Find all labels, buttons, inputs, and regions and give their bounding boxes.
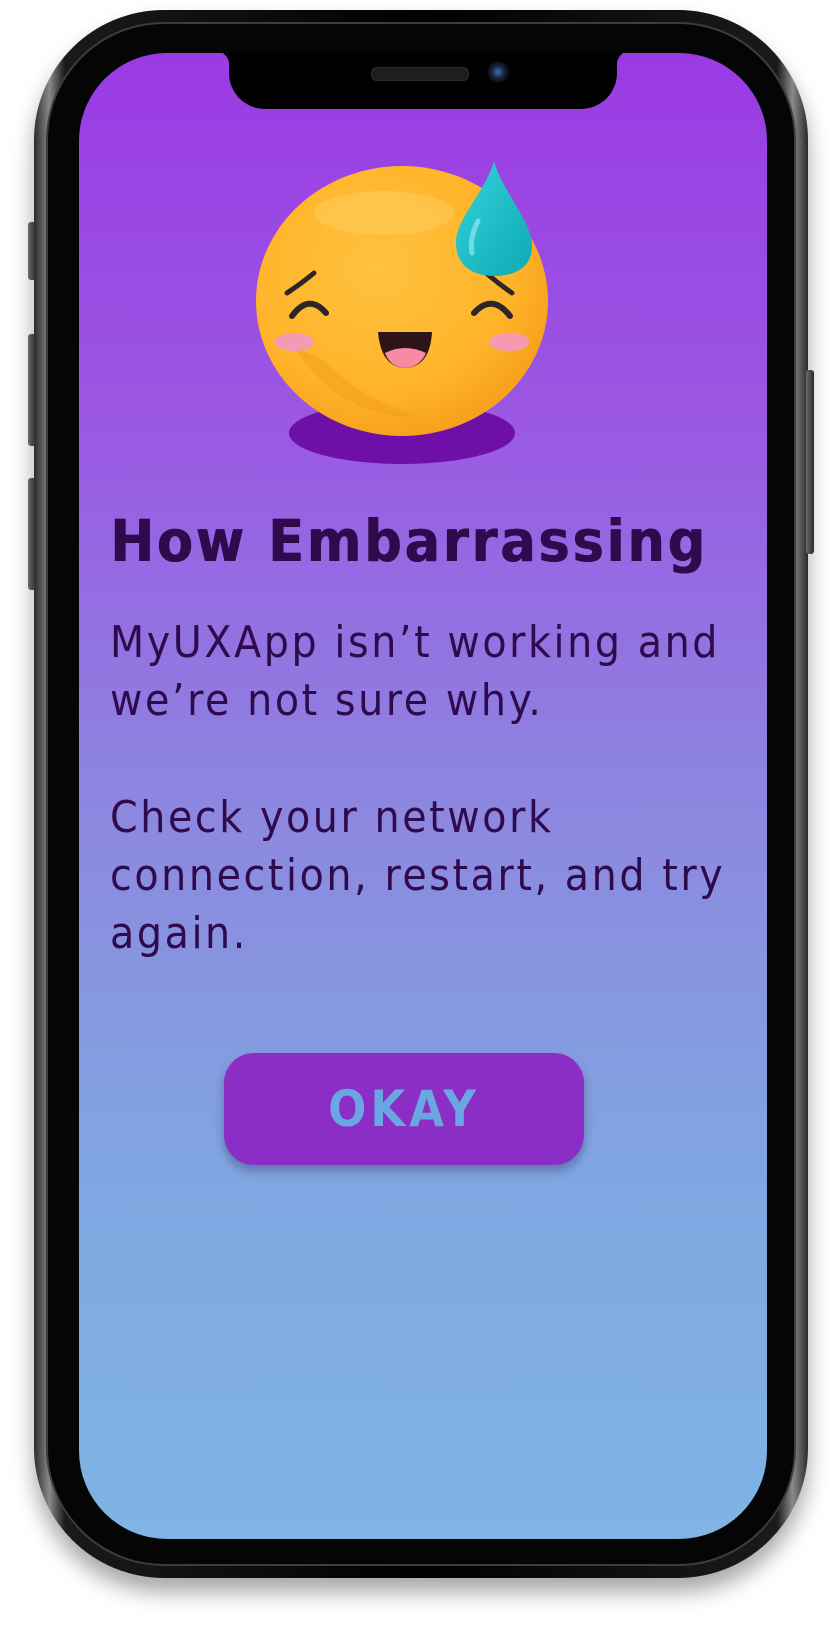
notch (215, 53, 631, 109)
right-cheek (489, 333, 529, 351)
volume-up-button (28, 334, 36, 446)
front-camera (487, 61, 509, 83)
error-title: How Embarrassing (110, 507, 708, 575)
mute-switch (28, 222, 36, 280)
phone-screen: How Embarrassing MyUXApp isn’t working a… (79, 53, 767, 1539)
sweat-smile-face-icon (256, 161, 548, 464)
power-button (806, 370, 814, 554)
okay-button[interactable]: OKAY (224, 1053, 584, 1165)
speaker-grille (371, 67, 469, 81)
error-message: MyUXApp isn’t working and we’re not sure… (110, 617, 721, 726)
left-cheek (274, 333, 314, 351)
troubleshooting-message: Check your network connection, restart, … (110, 792, 726, 959)
volume-down-button (28, 478, 36, 590)
sweat-drop-icon (456, 161, 532, 276)
